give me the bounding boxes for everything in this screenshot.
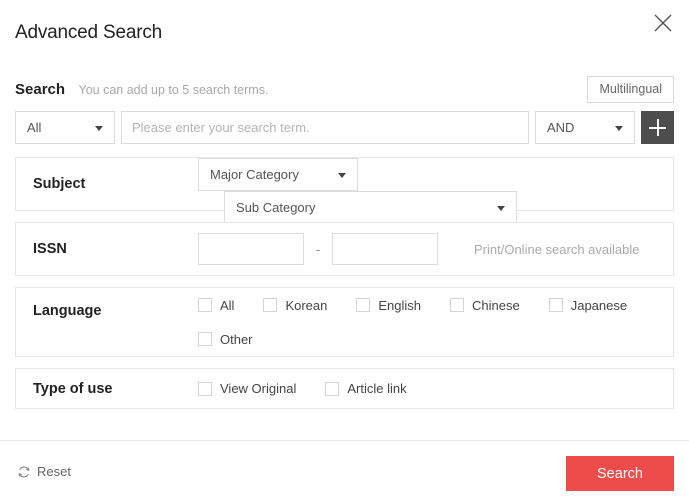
checkbox-language-chinese[interactable]: Chinese (450, 298, 520, 313)
filter-row-subject: Subject Major Category Sub Category (15, 157, 674, 224)
sub-category-select[interactable]: Sub Category (224, 191, 517, 224)
checkbox-box-icon (198, 381, 212, 396)
filter-label-type-of-use: Type of use (33, 380, 113, 397)
major-category-select[interactable]: Major Category (198, 158, 358, 191)
search-section-hint: You can add up to 5 search terms. (78, 83, 269, 97)
multilingual-button[interactable]: Multilingual (587, 76, 674, 103)
issn-note: Print/Online search available (474, 241, 640, 257)
checkbox-language-korean[interactable]: Korean (263, 298, 327, 313)
language-checkbox-group: All Korean English Chinese Japanese Othe… (198, 298, 663, 347)
checkbox-article-link[interactable]: Article link (325, 381, 407, 396)
search-term-input[interactable] (121, 111, 529, 144)
chevron-down-icon (338, 172, 346, 178)
checkbox-box-icon (450, 298, 465, 312)
issn-separator: - (315, 241, 321, 257)
filter-body-language: All Korean English Chinese Japanese Othe… (198, 288, 663, 356)
search-button[interactable]: Search (566, 456, 674, 491)
plus-icon-vertical (657, 119, 659, 136)
major-category-value: Major Category (210, 167, 299, 182)
filter-label-language: Language (33, 303, 102, 319)
modal-header: Advanced Search (0, 0, 689, 62)
reset-button[interactable]: Reset (17, 464, 71, 479)
checkbox-label: Other (220, 331, 253, 347)
chevron-down-icon (615, 125, 623, 131)
checkbox-label: Chinese (472, 297, 520, 313)
filter-label-issn: ISSN (33, 241, 67, 257)
issn-from-input[interactable] (198, 233, 304, 265)
search-section-header: Search You can add up to 5 search terms.… (15, 76, 674, 104)
search-term-row: All AND (15, 111, 674, 144)
filter-label-subject: Subject (33, 176, 86, 192)
checkbox-box-icon (356, 298, 371, 312)
checkbox-view-original[interactable]: View Original (198, 381, 296, 396)
close-icon (654, 14, 672, 32)
filter-body-type-of-use: View Original Article link (198, 369, 663, 408)
checkbox-language-other[interactable]: Other (198, 332, 253, 347)
checkbox-label: Japanese (570, 297, 628, 313)
add-search-term-button[interactable] (641, 111, 674, 144)
footer-divider (0, 440, 689, 441)
refresh-icon (18, 466, 30, 477)
checkbox-label: View Original (220, 381, 297, 396)
language-checkbox-row-1: All Korean English Chinese Japanese (198, 298, 663, 313)
language-checkbox-row-2: Other (198, 332, 663, 347)
checkbox-box-icon (198, 332, 212, 346)
reset-label: Reset (37, 464, 71, 479)
checkbox-box-icon (548, 298, 563, 312)
checkbox-box-icon (263, 298, 278, 312)
checkbox-box-icon (325, 381, 340, 396)
search-operator-select-value: AND (547, 120, 575, 135)
search-field-select-value: All (27, 120, 42, 135)
checkbox-label: Korean (285, 297, 328, 313)
filter-body-issn: - Print/Online search available (198, 223, 663, 275)
checkbox-label: English (378, 297, 422, 313)
issn-to-input[interactable] (332, 233, 438, 265)
chevron-down-icon (497, 205, 505, 211)
checkbox-box-icon (198, 298, 212, 312)
checkbox-language-english[interactable]: English (356, 298, 421, 313)
page-title: Advanced Search (15, 22, 162, 43)
sub-category-value: Sub Category (236, 200, 316, 215)
filter-row-issn: ISSN - Print/Online search available (15, 222, 674, 276)
search-operator-select[interactable]: AND (535, 111, 635, 144)
search-field-select[interactable]: All (15, 111, 115, 144)
checkbox-label: Article link (347, 381, 407, 396)
filter-row-language: Language All Korean English Chinese Japa… (15, 287, 674, 357)
close-button[interactable] (646, 6, 680, 40)
chevron-down-icon (95, 125, 103, 131)
checkbox-language-all[interactable]: All (198, 298, 234, 313)
filter-row-type-of-use: Type of use View Original Article link (15, 368, 674, 409)
filter-body-subject: Major Category Sub Category (198, 158, 663, 224)
search-section-label: Search (15, 81, 66, 98)
checkbox-label: All (220, 297, 235, 313)
checkbox-language-japanese[interactable]: Japanese (548, 297, 628, 313)
